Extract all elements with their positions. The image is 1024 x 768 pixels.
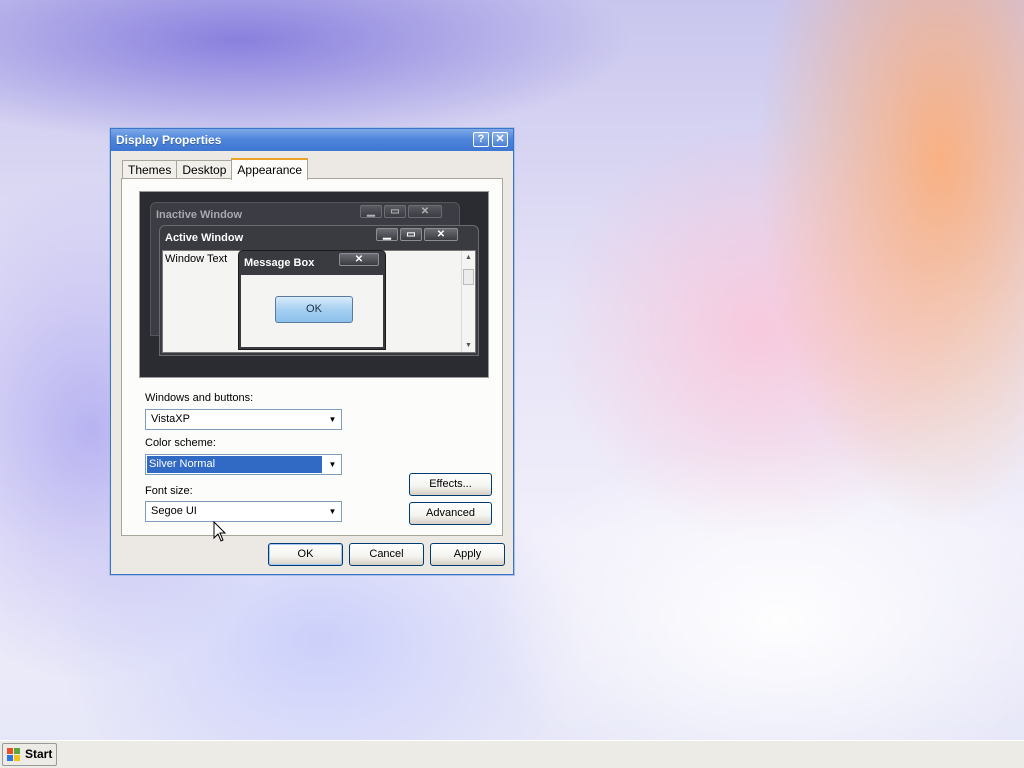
preview-scrollbar: ▲ ▼: [461, 251, 475, 352]
dialog-title: Display Properties: [116, 133, 222, 147]
windows-logo-icon: [7, 748, 21, 761]
start-button[interactable]: Start: [2, 743, 57, 766]
inactive-window-controls: ▁ ▭ ✕: [358, 205, 442, 218]
message-box-preview: Message Box ✕ OK: [238, 250, 386, 350]
close-icon: ✕: [424, 228, 458, 241]
color-scheme-label: Color scheme:: [145, 437, 216, 449]
windows-buttons-label: Windows and buttons:: [145, 392, 254, 404]
appearance-preview: Inactive Window ▁ ▭ ✕ Active Window ▁ ▭ …: [139, 191, 489, 378]
tab-appearance[interactable]: Appearance: [231, 158, 309, 180]
color-scheme-value: Silver Normal: [147, 456, 322, 473]
chevron-down-icon[interactable]: ▼: [324, 502, 341, 521]
appearance-panel: Inactive Window ▁ ▭ ✕ Active Window ▁ ▭ …: [121, 178, 503, 536]
start-label: Start: [25, 747, 53, 761]
scroll-thumb: [463, 269, 474, 285]
dialog-titlebar[interactable]: Display Properties ? ✕: [111, 129, 513, 151]
minimize-icon: ▁: [360, 205, 382, 218]
effects-button[interactable]: Effects...: [409, 473, 492, 496]
close-icon[interactable]: ✕: [492, 132, 508, 147]
font-size-select[interactable]: Segoe UI ▼: [145, 501, 342, 522]
windows-buttons-select[interactable]: VistaXP ▼: [145, 409, 342, 430]
minimize-icon: ▁: [376, 228, 398, 241]
display-properties-dialog: Display Properties ? ✕ Themes Desktop Ap…: [110, 128, 514, 575]
maximize-icon: ▭: [400, 228, 422, 241]
active-window-controls: ▁ ▭ ✕: [374, 228, 458, 241]
advanced-button[interactable]: Advanced: [409, 502, 492, 525]
scroll-down-icon: ▼: [465, 342, 472, 349]
taskbar: Start: [0, 740, 1024, 768]
mouse-pointer-icon: [213, 521, 227, 542]
scroll-up-icon: ▲: [465, 254, 472, 261]
apply-button[interactable]: Apply: [430, 543, 505, 566]
tab-strip: Themes Desktop Appearance: [122, 158, 309, 180]
chevron-down-icon[interactable]: ▼: [324, 410, 341, 429]
tab-desktop[interactable]: Desktop: [176, 160, 233, 179]
message-box-body: OK: [241, 275, 383, 347]
maximize-icon: ▭: [384, 205, 406, 218]
message-box-ok-button: OK: [275, 296, 353, 323]
help-icon[interactable]: ?: [473, 132, 489, 147]
chevron-down-icon[interactable]: ▼: [324, 455, 341, 474]
font-size-label: Font size:: [145, 485, 193, 497]
close-icon: ✕: [339, 253, 379, 266]
close-icon: ✕: [408, 205, 442, 218]
windows-buttons-value: VistaXP: [151, 413, 190, 425]
window-text-sample: Window Text: [165, 253, 228, 265]
font-size-value: Segoe UI: [151, 505, 197, 517]
tab-themes[interactable]: Themes: [122, 160, 178, 179]
color-scheme-select[interactable]: Silver Normal ▼: [145, 454, 342, 475]
ok-button[interactable]: OK: [268, 543, 343, 566]
cancel-button[interactable]: Cancel: [349, 543, 424, 566]
